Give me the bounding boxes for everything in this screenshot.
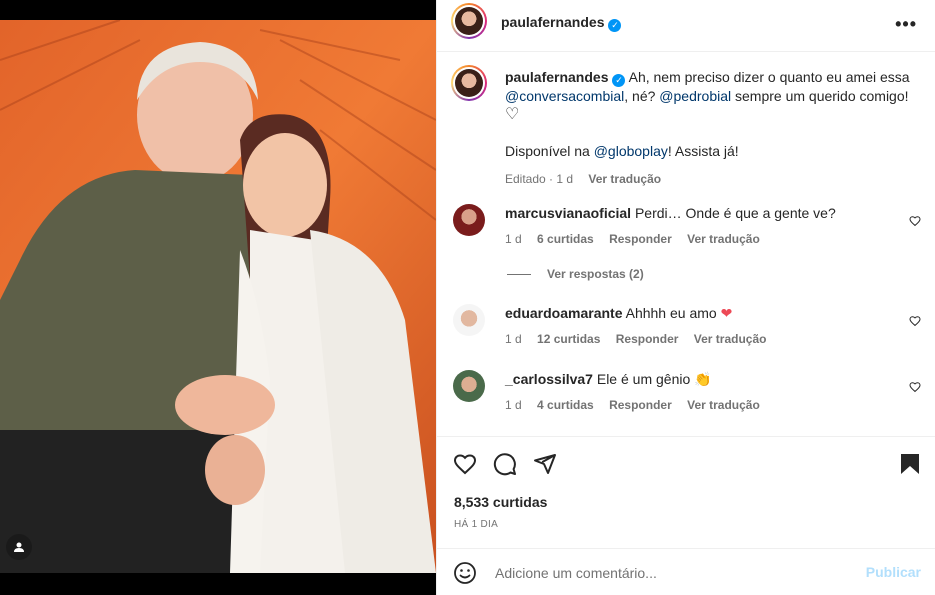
comment-text: Ahhhh eu amo	[625, 305, 717, 321]
post-header: paulafernandes ✓ •••	[437, 0, 935, 52]
verified-icon: ✓	[612, 74, 626, 87]
tagged-users-button[interactable]	[6, 534, 32, 560]
author-avatar[interactable]	[451, 3, 487, 39]
emoji-icon[interactable]	[453, 561, 477, 590]
see-translation-link[interactable]: Ver tradução	[588, 172, 661, 186]
add-comment-bar: Publicar	[437, 548, 935, 595]
heart-icon[interactable]	[909, 214, 921, 232]
caption-text: ! Assista já!	[667, 143, 739, 159]
mention-conversacombial[interactable]: @conversacombial	[505, 88, 624, 104]
commenter-avatar[interactable]	[453, 304, 485, 336]
likes-count[interactable]: 8,533 curtidas	[454, 494, 547, 510]
caption-meta: Editado · 1 d Ver tradução	[505, 172, 662, 186]
mention-pedrobial[interactable]: @pedrobial	[659, 88, 731, 104]
comment-likes[interactable]: 12 curtidas	[537, 332, 600, 346]
comment-input[interactable]	[493, 559, 857, 587]
caption-time: 1 d	[556, 172, 574, 186]
comment-time: 1 d	[505, 332, 522, 346]
commenter-avatar[interactable]	[453, 370, 485, 402]
comment-time: 1 d	[505, 232, 522, 246]
post-actions: 8,533 curtidas HÁ 1 DIA	[437, 438, 935, 548]
bookmark-icon[interactable]	[899, 452, 921, 481]
caption-text: Disponível na	[505, 143, 590, 159]
comment-bubble-icon[interactable]	[493, 452, 517, 481]
comment-meta: 1 d 12 curtidas Responder Ver tradução	[505, 330, 895, 348]
share-send-icon[interactable]	[533, 452, 557, 481]
header-username[interactable]: paulafernandes	[501, 14, 604, 30]
comment-likes[interactable]: 6 curtidas	[537, 232, 594, 246]
caption-text: Ah, nem preciso dizer o quanto eu amei e…	[628, 69, 910, 85]
like-heart-icon[interactable]	[453, 452, 477, 481]
view-replies-label: Ver respostas (2)	[547, 267, 644, 281]
comment-username[interactable]: marcusvianaoficial	[505, 205, 631, 221]
post-photo[interactable]	[0, 0, 436, 595]
comment-text: Perdi… Onde é que a gente ve?	[634, 205, 836, 221]
comment-meta: 1 d 6 curtidas Responder Ver tradução	[505, 230, 895, 248]
publish-button[interactable]: Publicar	[866, 564, 921, 580]
commenter-avatar[interactable]	[453, 204, 485, 236]
caption-text: , né?	[624, 88, 656, 104]
comment-text: Ele é um gênio	[596, 371, 691, 387]
comment-username[interactable]: eduardoamarante	[505, 305, 622, 321]
reply-button[interactable]: Responder	[616, 332, 679, 346]
see-translation-link[interactable]: Ver tradução	[687, 232, 760, 246]
edited-label: Editado	[505, 172, 546, 186]
comments-section[interactable]: paulafernandes ✓ Ah, nem preciso dizer o …	[437, 52, 935, 437]
reply-button[interactable]: Responder	[609, 232, 672, 246]
view-replies-button[interactable]: Ver respostas (2)	[507, 267, 644, 281]
verified-icon: ✓	[608, 19, 622, 32]
comment-meta: 1 d 4 curtidas Responder Ver tradução	[505, 396, 895, 414]
reply-button[interactable]: Responder	[609, 398, 672, 412]
comment-likes[interactable]: 4 curtidas	[537, 398, 594, 412]
clap-emoji: 👏	[694, 371, 712, 387]
mention-globoplay[interactable]: @globoplay	[594, 143, 668, 159]
heart-icon[interactable]	[909, 380, 921, 398]
caption: paulafernandes ✓ Ah, nem preciso dizer o …	[505, 68, 915, 188]
see-translation-link[interactable]: Ver tradução	[694, 332, 767, 346]
more-horizontal-icon[interactable]: •••	[895, 14, 917, 35]
post-panel: paulafernandes ✓ ••• paulafernandes ✓ Ah, …	[436, 0, 935, 595]
post-time: HÁ 1 DIA	[454, 519, 499, 530]
user-icon	[14, 542, 24, 552]
caption-text: sempre um querido comigo!	[735, 88, 909, 104]
white-heart-emoji: ♡	[505, 106, 520, 123]
red-heart-emoji: ❤	[720, 305, 733, 321]
post-image	[0, 0, 436, 595]
caption-avatar[interactable]	[451, 65, 487, 101]
comment-username[interactable]: _carlossilva7	[505, 371, 593, 387]
caption-username[interactable]: paulafernandes	[505, 69, 608, 85]
heart-icon[interactable]	[909, 314, 921, 332]
see-translation-link[interactable]: Ver tradução	[687, 398, 760, 412]
comment-time: 1 d	[505, 398, 522, 412]
